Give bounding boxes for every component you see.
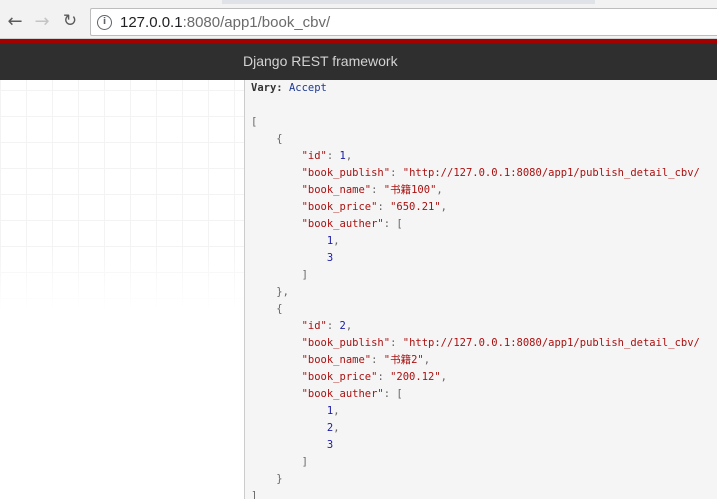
json-key: "book_name" [301,184,372,196]
json-string: "书籍100" [383,184,437,196]
url-text[interactable]: 127.0.0.1:8080/app1/book_cbv/ [120,14,330,31]
json-line: "id": 2, [251,318,700,335]
forward-arrow-icon[interactable]: → [31,10,53,32]
comma: , [345,320,353,332]
json-line: "book_auther": [ [251,216,700,233]
colon: : [377,201,391,213]
url-path: :8080/app1/book_cbv/ [182,13,331,31]
json-key: "book_auther" [301,388,384,400]
brace: } [276,473,283,485]
colon: : [390,337,403,349]
comma: , [423,354,431,366]
comma: , [440,201,447,213]
json-number: 3 [326,439,334,451]
object-close-line: }, [251,284,700,301]
bracket: [ [251,116,258,128]
reload-icon[interactable]: ↻ [59,10,81,32]
array-close-line: ] [251,267,700,284]
json-key: "book_publish" [301,337,391,349]
code-line: ] [251,488,700,499]
colon: : [371,184,384,196]
drf-navbar: Django REST framework [0,43,717,80]
json-line: "id": 1, [251,148,700,165]
bracket: ] [301,456,308,468]
bracket: ] [301,269,308,281]
bracket: [ [396,388,403,400]
object-close-line: } [251,471,700,488]
left-grid-fade [0,80,244,499]
json-line: "book_publish": "http://127.0.0.1:8080/a… [251,335,700,352]
json-string: "200.12" [390,371,441,383]
comma: , [345,150,353,162]
json-key: "book_price" [301,371,378,383]
colon: : [383,218,397,230]
json-line: "book_auther": [ [251,386,700,403]
response-pane: Vary: Accept [ { "id": 1, "book_publish":… [244,80,717,499]
brand-link[interactable]: Django REST framework [243,53,398,69]
response-header-line: Vary: Accept [251,80,700,97]
array-item-line: 2, [251,420,700,437]
bracket: [ [396,218,403,230]
json-key: "book_price" [301,201,378,213]
colon: : [371,354,384,366]
brace: { [276,303,283,315]
json-line: "book_name": "书籍100", [251,182,700,199]
json-string: "http://127.0.0.1:8080/app1/publish_deta… [402,337,700,349]
array-item-line: 3 [251,250,700,267]
json-string: "650.21" [390,201,441,213]
comma: , [333,235,340,247]
json-line: "book_name": "书籍2", [251,352,700,369]
comma: , [282,286,289,298]
browser-toolbar: ← → ↻ i 127.0.0.1:8080/app1/book_cbv/ [0,4,717,39]
back-arrow-icon[interactable]: ← [4,10,26,32]
header-key: Vary: [251,82,283,94]
code-line: [ [251,114,700,131]
comma: , [333,405,340,417]
json-key: "id" [301,320,327,332]
info-icon[interactable]: i [97,14,112,30]
address-bar[interactable]: i 127.0.0.1:8080/app1/book_cbv/ [90,8,717,36]
object-open-line: { [251,301,700,318]
url-host: 127.0.0.1 [120,13,183,31]
array-close-line: ] [251,454,700,471]
object-open-line: { [251,131,700,148]
json-line: "book_price": "200.12", [251,369,700,386]
json-line: "book_publish": "http://127.0.0.1:8080/a… [251,165,700,182]
json-key: "book_publish" [301,167,391,179]
colon: : [326,150,340,162]
array-item-line: 1, [251,233,700,250]
bracket: ] [251,490,258,499]
colon: : [390,167,403,179]
colon: : [326,320,340,332]
json-key: "book_auther" [301,218,384,230]
response-body: Vary: Accept [ { "id": 1, "book_publish":… [251,80,700,499]
json-string: "http://127.0.0.1:8080/app1/publish_deta… [402,167,700,179]
json-string: "书籍2" [383,354,424,366]
comma: , [436,184,443,196]
colon: : [383,388,397,400]
json-key: "id" [301,150,327,162]
comma: , [333,422,340,434]
array-item-line: 1, [251,403,700,420]
header-value: Accept [288,82,327,94]
json-line: "book_price": "650.21", [251,199,700,216]
colon: : [377,371,391,383]
json-number: 3 [326,252,334,264]
array-item-line: 3 [251,437,700,454]
json-key: "book_name" [301,354,372,366]
comma: , [440,371,447,383]
brace: { [276,133,283,145]
